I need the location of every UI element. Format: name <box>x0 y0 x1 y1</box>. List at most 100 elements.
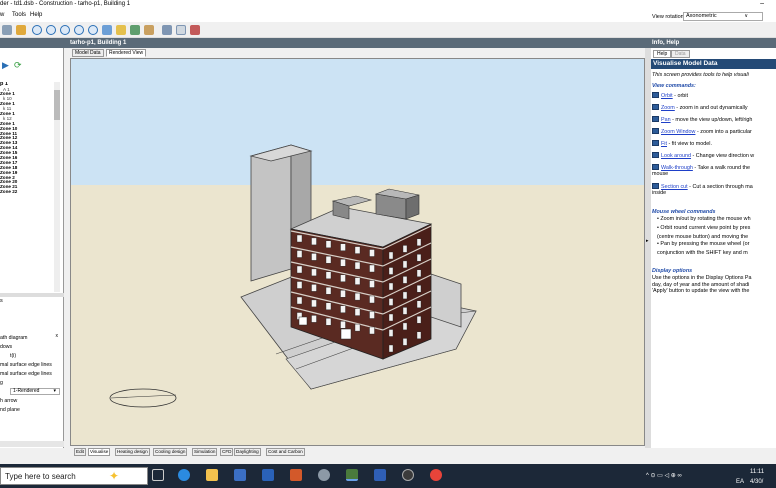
tab-cost-and-carbon[interactable]: Cost and Carbon <box>266 448 305 456</box>
menu-help[interactable]: Help <box>30 11 42 19</box>
pan-icon[interactable] <box>60 25 70 35</box>
file-explorer-icon[interactable] <box>206 469 218 481</box>
walk-through-icon[interactable] <box>116 25 126 35</box>
help-command-text: - orbit <box>672 93 688 99</box>
left-horizontal-scrollbar[interactable] <box>0 441 64 447</box>
option-ground-plane[interactable]: nd plane <box>0 406 62 415</box>
tab-help[interactable]: Help <box>653 50 672 58</box>
wheel-commands-heading: Mouse wheel commands <box>652 209 716 215</box>
window-pane <box>388 313 394 322</box>
window-pane <box>369 280 375 288</box>
help-command: mouse <box>652 171 668 177</box>
title-bar: der - td1.dsb - Construction - tarho-p1,… <box>0 0 776 8</box>
help-link[interactable]: Pan <box>661 117 671 123</box>
chrome-icon[interactable] <box>430 469 442 481</box>
store-icon[interactable] <box>234 469 246 481</box>
play-icon[interactable]: ▶ <box>2 60 9 70</box>
display-options: x ath diagram dows t(i) mal surface edge… <box>0 333 62 444</box>
tray-icons[interactable]: ^ ⊙ ▭ ◁ ⊕ ∞ <box>646 472 682 480</box>
tab-cfd[interactable]: CFD <box>220 448 234 456</box>
tab-cooling-design[interactable]: Cooling design <box>153 448 188 456</box>
app-icon-orange[interactable] <box>290 469 302 481</box>
tab-edit[interactable]: Edit <box>74 448 86 456</box>
view-rotation-select[interactable]: Axonometric ∨ <box>683 12 763 21</box>
look-around-icon[interactable] <box>102 25 112 35</box>
section-cut-icon[interactable] <box>130 25 140 35</box>
help-command-text: - zoom in and out dynamically <box>674 105 748 111</box>
option-shading[interactable]: g <box>0 379 62 388</box>
window-pane <box>354 246 361 254</box>
word-icon[interactable] <box>374 469 386 481</box>
camera-icon[interactable] <box>144 25 154 35</box>
help-panel: Help Data Visualise Model Data This scre… <box>651 48 776 448</box>
tab-heating-design[interactable]: Heating design <box>115 448 150 456</box>
option-north-arrow[interactable]: h arrow <box>0 397 62 406</box>
clock-time[interactable]: 11:11 <box>750 468 764 476</box>
help-link[interactable]: Orbit <box>661 93 673 99</box>
search-placeholder: Type here to search <box>5 472 76 481</box>
render-mode-select[interactable]: 1-Rendered ▾ <box>10 388 60 395</box>
minimize-button[interactable]: – <box>760 0 764 7</box>
help-link[interactable]: Look around <box>661 153 691 159</box>
tab-simulation[interactable]: Simulation <box>192 448 218 456</box>
tab-daylighting[interactable]: Daylighting <box>234 448 261 456</box>
tab-model-data[interactable]: Model Data <box>72 49 104 57</box>
option-windows[interactable]: dows <box>0 343 62 352</box>
help-link[interactable]: Zoom <box>661 105 675 111</box>
menu-tools[interactable]: Tools <box>12 11 26 19</box>
window-pane <box>325 271 332 280</box>
fit-icon[interactable] <box>88 25 98 35</box>
rendered-3d-viewport[interactable] <box>70 58 645 446</box>
tab-visualise[interactable]: Visualise <box>88 448 111 456</box>
input-language[interactable]: EA <box>736 478 744 486</box>
task-view-icon[interactable] <box>152 469 164 481</box>
tab-rendered-view[interactable]: Rendered View <box>106 49 147 57</box>
zoom-icon[interactable] <box>46 25 56 35</box>
render-mode-value: 1-Rendered <box>13 388 40 394</box>
refresh-icon[interactable]: ⟳ <box>14 60 22 70</box>
edge-icon[interactable] <box>178 469 190 481</box>
command-icon <box>652 164 659 170</box>
orbit-icon[interactable] <box>32 25 42 35</box>
app-icon-dark[interactable] <box>402 469 414 481</box>
menu-window[interactable]: w <box>0 11 4 19</box>
window-pane <box>369 295 375 304</box>
window-pane <box>388 298 394 306</box>
panel-splitter[interactable] <box>0 293 64 297</box>
export-icon[interactable] <box>190 25 200 35</box>
window-pane <box>402 322 408 331</box>
clock-date[interactable]: 4/30/ <box>750 478 763 486</box>
wrench-icon[interactable] <box>16 25 26 35</box>
image-icon[interactable] <box>176 25 186 35</box>
window-pane <box>402 307 408 315</box>
window-pane <box>311 315 317 323</box>
window-pane <box>340 289 346 298</box>
command-icon <box>652 183 659 189</box>
window-pane <box>340 274 346 282</box>
help-command: Orbit - orbit <box>652 92 688 99</box>
window-pane <box>388 329 394 337</box>
help-command: Fit - fit view to model. <box>652 140 712 147</box>
option-surface-edge-2[interactable]: mal surface edge lines <box>0 370 62 379</box>
designbuilder-icon[interactable] <box>346 469 358 481</box>
taskbar-search[interactable]: Type here to search ✦ <box>0 467 148 485</box>
option-surface-edge-1[interactable]: mal surface edge lines <box>0 361 62 370</box>
tree-scrollbar[interactable] <box>54 82 60 292</box>
chevron-right-icon[interactable]: ▸ <box>646 238 649 244</box>
help-link[interactable]: Zoom Window <box>661 129 695 135</box>
close-icon[interactable]: x <box>56 333 59 339</box>
tree-item[interactable]: Zone 22 <box>0 189 56 195</box>
app-icon-grey[interactable] <box>318 469 330 481</box>
mail-icon[interactable] <box>262 469 274 481</box>
print-icon[interactable] <box>2 25 12 35</box>
window-pane <box>325 287 332 295</box>
zoom-window-icon[interactable] <box>74 25 84 35</box>
window-pane <box>325 240 332 249</box>
option-sub[interactable]: t(i) <box>0 352 62 361</box>
palette-icon[interactable] <box>162 25 172 35</box>
help-command-text: mouse <box>652 171 669 177</box>
window-title: der - td1.dsb - Construction - tarho-p1,… <box>0 1 131 7</box>
option-path-diagram[interactable]: ath diagram <box>0 334 62 343</box>
tab-data[interactable]: Data <box>671 50 690 58</box>
help-command: Look around - Change view direction w <box>652 152 754 159</box>
